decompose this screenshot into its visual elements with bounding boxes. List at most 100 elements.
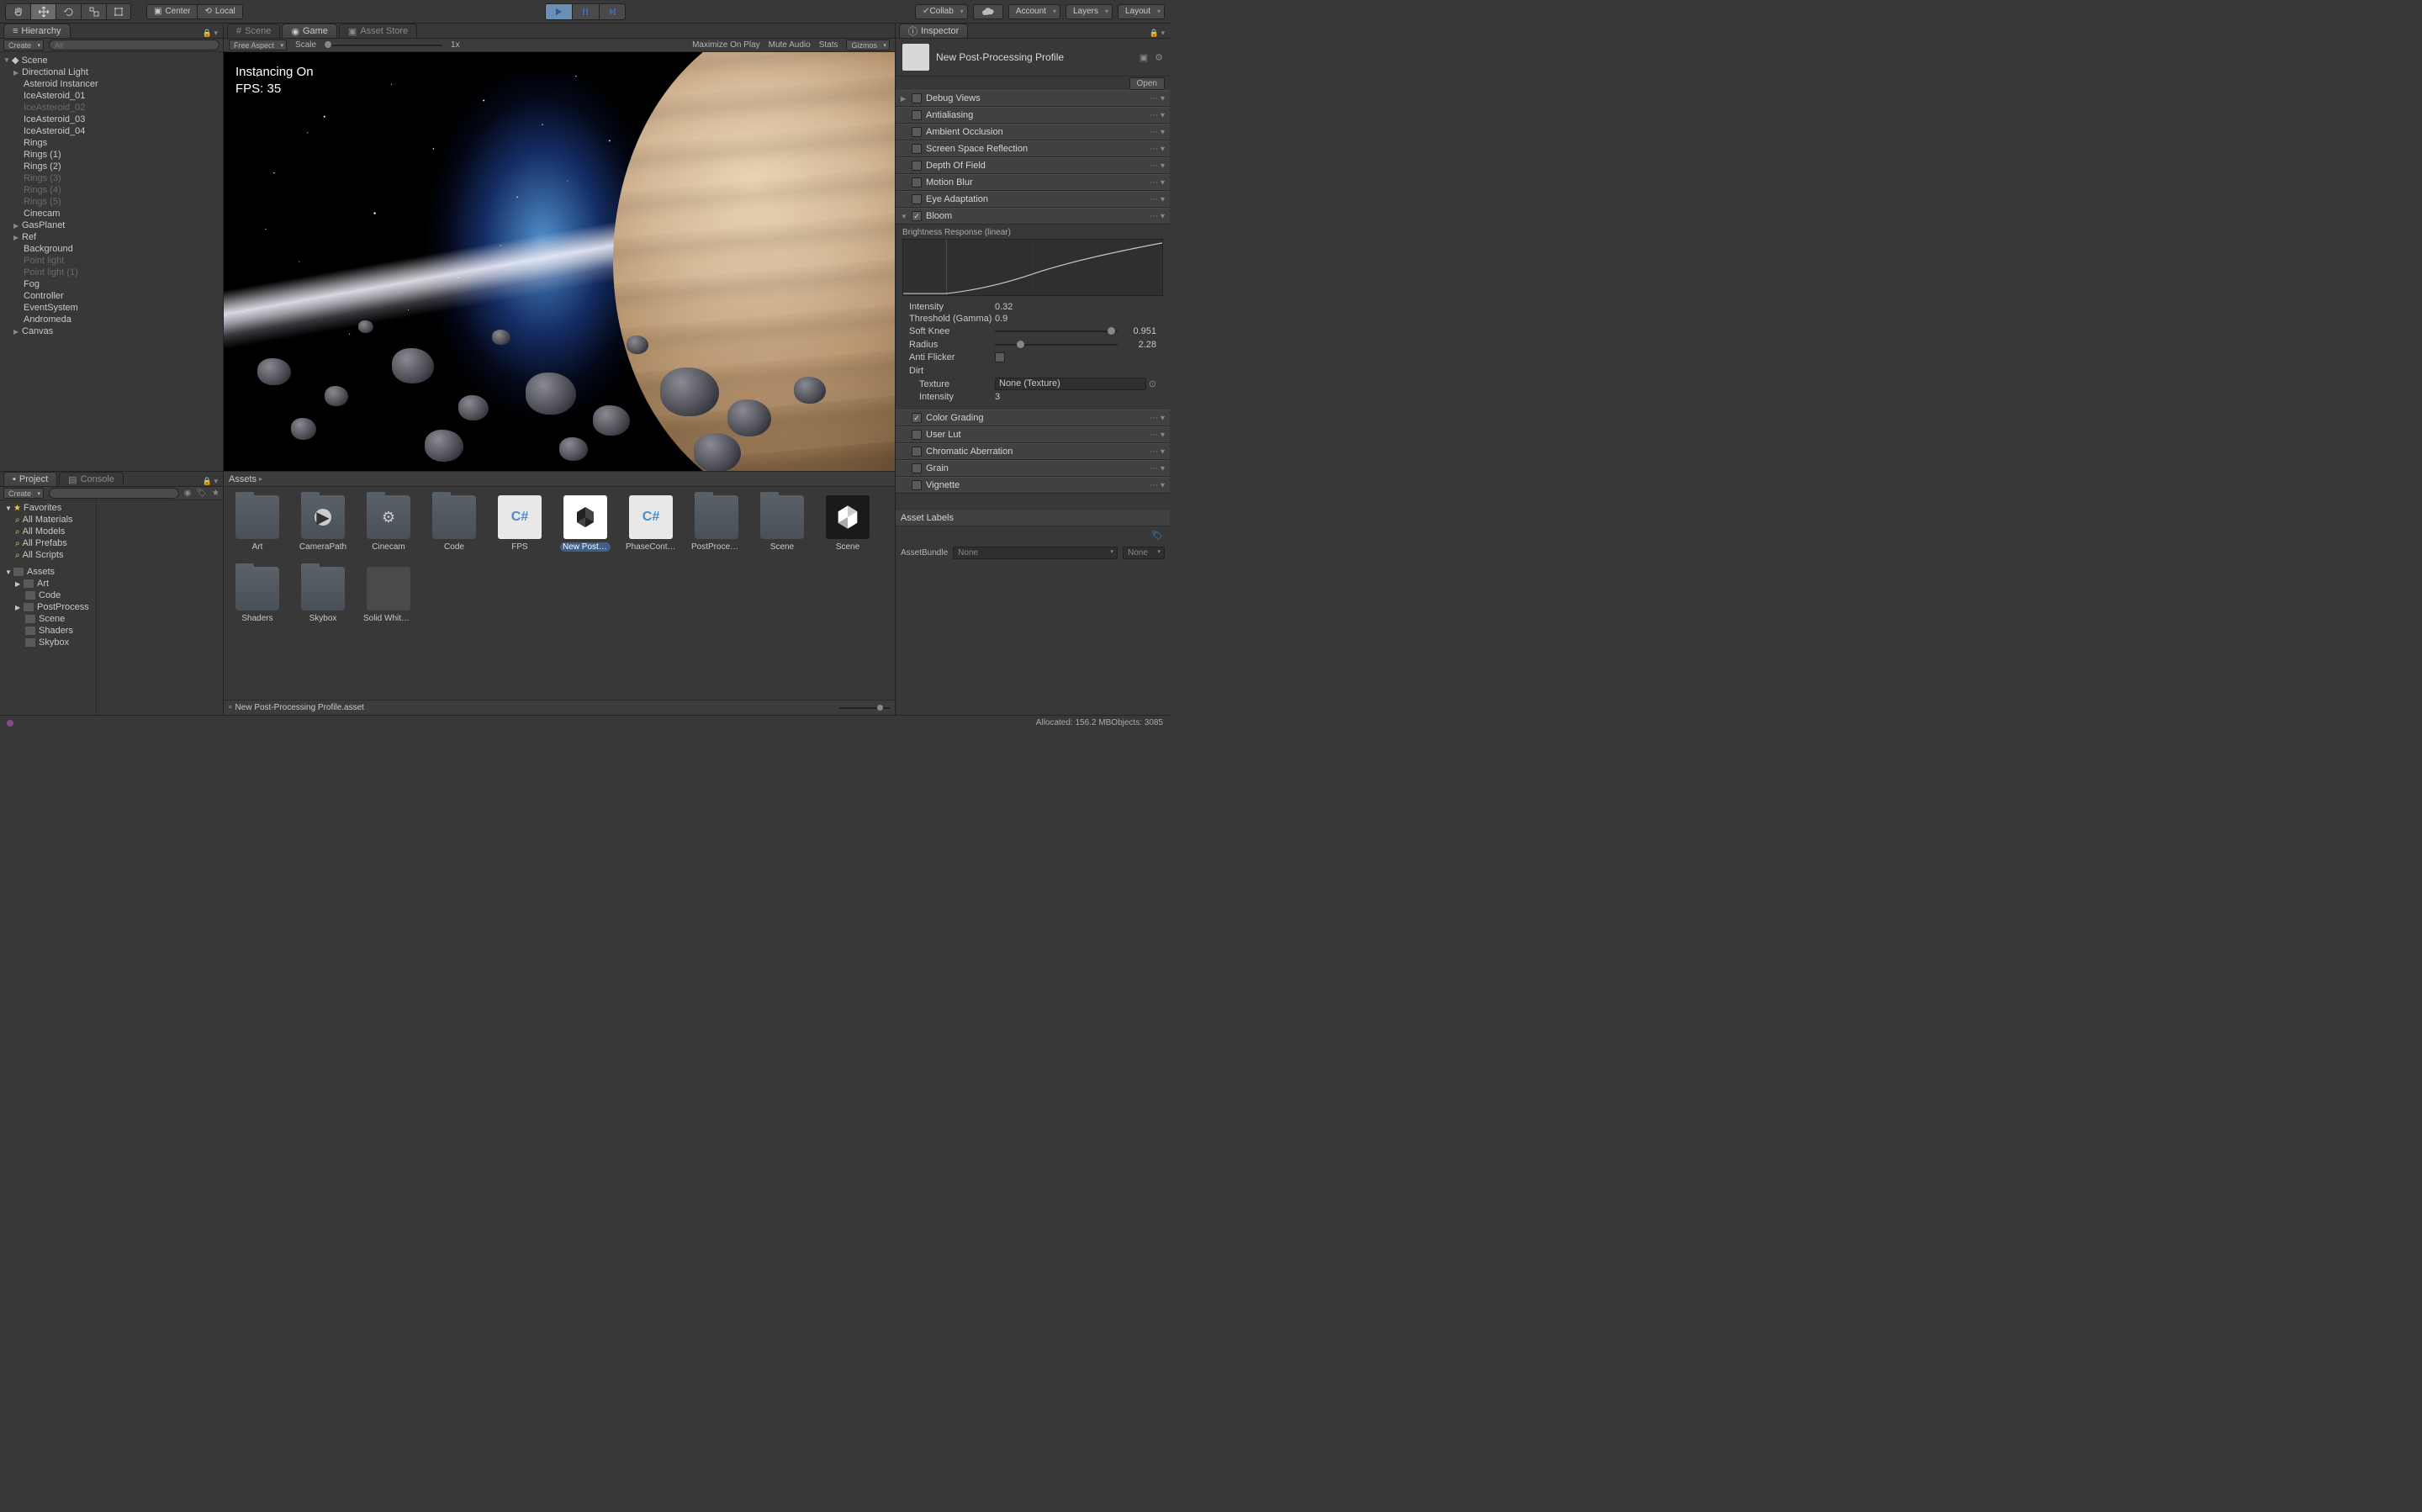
pivot-mode-button[interactable]: ▣Center (146, 4, 197, 19)
rotate-tool[interactable] (56, 3, 81, 20)
folder-item[interactable]: ▶PostProcess (0, 601, 96, 613)
hierarchy-search[interactable] (49, 40, 219, 50)
component-menu-icon[interactable]: ⋯ ▾ (1150, 414, 1165, 423)
component-menu-icon[interactable]: ⋯ ▾ (1150, 178, 1165, 188)
component-menu-icon[interactable]: ⋯ ▾ (1150, 447, 1165, 457)
component-menu-icon[interactable]: ⋯ ▾ (1150, 111, 1165, 120)
hierarchy-item[interactable]: Controller (0, 290, 223, 302)
hierarchy-item[interactable]: Rings (5) (0, 196, 223, 208)
intensity-value[interactable]: 0.32 (995, 302, 1013, 312)
hierarchy-item[interactable]: Cinecam (0, 208, 223, 219)
asset-item[interactable]: ▶CameraPath (298, 495, 348, 552)
star-icon[interactable]: ★ (212, 489, 219, 498)
move-tool[interactable] (30, 3, 56, 20)
collab-dropdown[interactable]: ✔ Collab (915, 4, 968, 19)
component-menu-icon[interactable]: ⋯ ▾ (1150, 481, 1165, 490)
inspector-tab[interactable]: ⓘInspector (899, 24, 968, 38)
antiflicker-checkbox[interactable] (995, 352, 1005, 362)
console-tab[interactable]: ▤Console (59, 472, 124, 486)
component-menu-icon[interactable]: ⋯ ▾ (1150, 94, 1165, 103)
hierarchy-item[interactable]: ▶Directional Light (0, 66, 223, 78)
component-header[interactable]: Grain⋯ ▾ (896, 460, 1170, 477)
hierarchy-item[interactable]: IceAsteroid_02 (0, 102, 223, 114)
component-checkbox[interactable] (912, 430, 922, 440)
hand-tool[interactable] (5, 3, 30, 20)
asset-grid[interactable]: Art▶CameraPath⚙CinecamCodeC#FPSNew Post-… (224, 487, 895, 700)
stats-toggle[interactable]: Stats (819, 40, 838, 50)
inspector-body[interactable]: New Post-Processing Profile ▣ ⚙ Open ▶De… (896, 39, 1170, 715)
hierarchy-item[interactable]: EventSystem (0, 302, 223, 314)
project-create-dropdown[interactable]: Create (3, 488, 44, 499)
hierarchy-item[interactable]: Andromeda (0, 314, 223, 325)
hierarchy-item[interactable]: Point light (0, 255, 223, 267)
scale-slider[interactable] (325, 45, 442, 46)
component-header[interactable]: User Lut⋯ ▾ (896, 426, 1170, 443)
hierarchy-item[interactable]: ▶Ref (0, 231, 223, 243)
threshold-value[interactable]: 0.9 (995, 314, 1007, 324)
component-checkbox[interactable]: ✓ (912, 413, 922, 423)
component-header[interactable]: Vignette⋯ ▾ (896, 477, 1170, 494)
project-search[interactable] (49, 488, 179, 499)
project-breadcrumb[interactable]: Assets ▸ (224, 472, 895, 487)
layout-dropdown[interactable]: Layout (1118, 4, 1165, 19)
filter-icon[interactable]: ◉ (184, 489, 192, 498)
component-checkbox[interactable] (912, 144, 922, 154)
game-tab[interactable]: ◉Game (282, 24, 337, 38)
folder-item[interactable]: Skybox (0, 637, 96, 648)
favorite-item[interactable]: ⌕All Models (0, 526, 96, 537)
panel-lock-icon[interactable]: 🔒 ▾ (203, 29, 218, 38)
asset-item[interactable]: Skybox (298, 567, 348, 623)
asset-item[interactable]: PostProcessi... (691, 495, 742, 552)
object-picker-icon[interactable]: ⊙ (1149, 378, 1156, 389)
component-checkbox[interactable] (912, 110, 922, 120)
component-menu-icon[interactable]: ⋯ ▾ (1150, 464, 1165, 473)
favorite-item[interactable]: ⌕All Materials (0, 514, 96, 526)
asset-item[interactable]: New Post-Pr... (560, 495, 611, 552)
help-icon[interactable]: ▣ (1140, 52, 1148, 63)
component-checkbox[interactable] (912, 463, 922, 473)
label-icon[interactable]: 🏷 (196, 489, 207, 498)
step-button[interactable] (599, 3, 626, 20)
component-checkbox[interactable] (912, 127, 922, 137)
scene-tab[interactable]: #Scene (227, 24, 280, 38)
hierarchy-item[interactable]: IceAsteroid_03 (0, 114, 223, 125)
component-header[interactable]: Eye Adaptation⋯ ▾ (896, 191, 1170, 208)
softknee-slider[interactable] (995, 325, 1118, 337)
hierarchy-item[interactable]: ▶GasPlanet (0, 219, 223, 231)
component-menu-icon[interactable]: ⋯ ▾ (1150, 431, 1165, 440)
play-button[interactable] (545, 3, 572, 20)
mute-toggle[interactable]: Mute Audio (769, 40, 811, 50)
component-checkbox[interactable] (912, 447, 922, 457)
asset-labels-header[interactable]: Asset Labels (896, 510, 1170, 526)
folder-item[interactable]: Code (0, 589, 96, 601)
component-header[interactable]: Antialiasing⋯ ▾ (896, 107, 1170, 124)
account-dropdown[interactable]: Account (1008, 4, 1060, 19)
create-dropdown[interactable]: Create (3, 40, 44, 50)
favorite-item[interactable]: ⌕All Prefabs (0, 537, 96, 549)
asset-item[interactable]: C#PhaseControl... (626, 495, 676, 552)
asset-item[interactable]: Scene (757, 495, 807, 552)
layers-dropdown[interactable]: Layers (1066, 4, 1113, 19)
component-header[interactable]: ▶Debug Views⋯ ▾ (896, 90, 1170, 107)
bundle-variant-dropdown[interactable]: None (1123, 547, 1165, 559)
asset-item[interactable]: Solid White ... (363, 567, 414, 623)
hierarchy-item[interactable]: ▶Canvas (0, 325, 223, 337)
open-button[interactable]: Open (1129, 77, 1165, 90)
asset-item[interactable]: ⚙Cinecam (363, 495, 414, 552)
component-menu-icon[interactable]: ⋯ ▾ (1150, 128, 1165, 137)
asset-item[interactable]: Art (232, 495, 283, 552)
tag-icon[interactable]: 🏷 (1151, 531, 1163, 541)
cloud-button[interactable] (973, 4, 1003, 19)
assets-header[interactable]: ▼Assets (0, 566, 96, 578)
favorite-item[interactable]: ⌕All Scripts (0, 549, 96, 561)
settings-icon[interactable]: ⚙ (1155, 52, 1163, 63)
asset-item[interactable]: C#FPS (494, 495, 545, 552)
component-header[interactable]: Ambient Occlusion⋯ ▾ (896, 124, 1170, 140)
hierarchy-item[interactable]: Rings (2) (0, 161, 223, 172)
component-checkbox[interactable] (912, 93, 922, 103)
hierarchy-item[interactable]: Rings (4) (0, 184, 223, 196)
hierarchy-item[interactable]: Asteroid Instancer (0, 78, 223, 90)
pause-button[interactable] (572, 3, 599, 20)
hierarchy-item[interactable]: Rings (3) (0, 172, 223, 184)
scene-root[interactable]: ▼◆Scene (0, 54, 223, 66)
